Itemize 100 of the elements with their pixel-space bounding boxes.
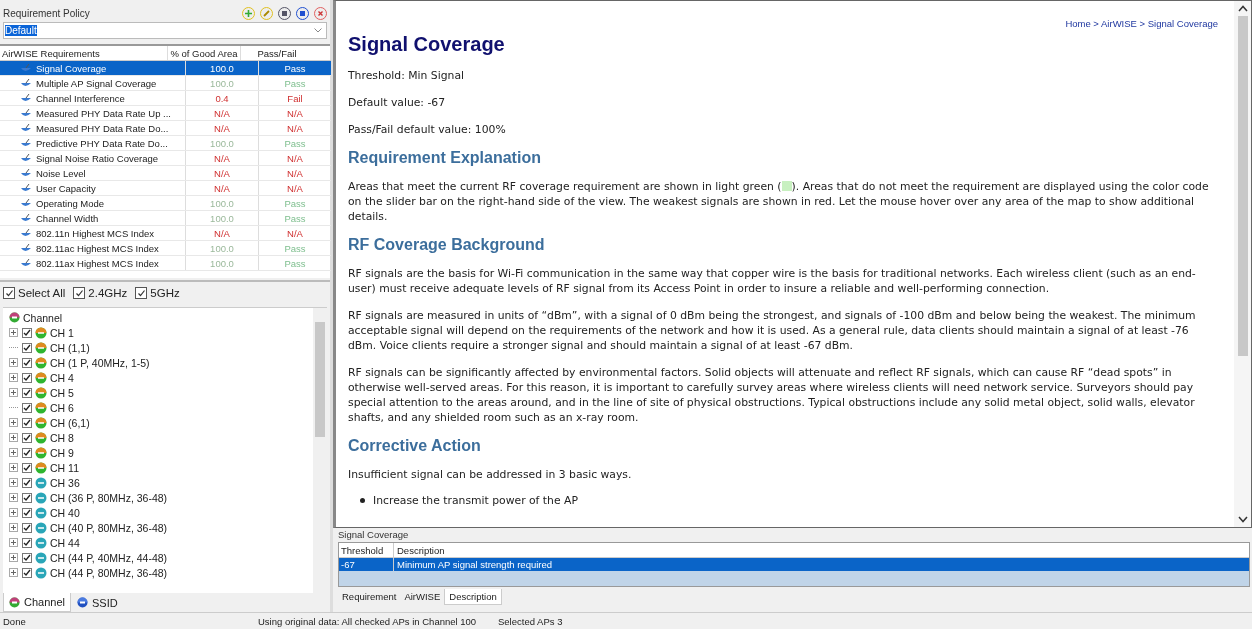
pencil-icon[interactable]: [260, 6, 273, 20]
chevron-up-icon[interactable]: [1237, 5, 1248, 12]
tree-item[interactable]: Channel: [23, 311, 63, 324]
tab[interactable]: AirWISE: [400, 589, 445, 605]
expand-icon[interactable]: [9, 538, 18, 547]
checkbox[interactable]: [22, 477, 32, 488]
disk-icon[interactable]: [296, 6, 309, 20]
checkbox[interactable]: [73, 287, 86, 299]
requirement-row[interactable]: Signal Noise Ratio Coverage N/A N/A: [0, 151, 331, 166]
expand-icon[interactable]: [9, 493, 18, 502]
checkbox[interactable]: [22, 417, 32, 428]
requirement-row[interactable]: 802.11ax Highest MCS Index 100.0 Pass: [0, 256, 331, 271]
expand-icon[interactable]: [9, 448, 18, 457]
scrollbar[interactable]: [1234, 1, 1251, 527]
tree-item[interactable]: CH 36: [50, 476, 80, 489]
checkbox[interactable]: [3, 287, 15, 299]
checkbox[interactable]: [22, 507, 32, 518]
tab[interactable]: Requirement: [338, 589, 401, 605]
tree-item[interactable]: CH 11: [50, 461, 79, 474]
breadcrumb[interactable]: Home > AirWISE > Signal Coverage: [348, 18, 1218, 29]
expand-icon[interactable]: [9, 523, 18, 532]
tab[interactable]: Channel: [3, 593, 71, 612]
tree-item[interactable]: CH (36 P, 80MHz, 36-48): [50, 491, 168, 504]
expand-icon[interactable]: [9, 358, 18, 367]
expand-icon[interactable]: [9, 568, 18, 577]
requirement-row[interactable]: Channel Width 100.0 Pass: [0, 211, 331, 226]
requirement-row[interactable]: Operating Mode 100.0 Pass: [0, 196, 331, 211]
satellite-dish-icon: [20, 63, 32, 73]
column-header[interactable]: Pass/Fail: [240, 46, 313, 60]
scrollbar[interactable]: [313, 308, 327, 593]
close-icon[interactable]: [314, 6, 327, 20]
checkbox[interactable]: [22, 462, 32, 473]
requirement-row[interactable]: Measured PHY Data Rate Up ... N/A N/A: [0, 106, 331, 121]
tree-row[interactable]: CH (1,1): [3, 340, 313, 355]
tree-item[interactable]: CH (1,1): [50, 341, 90, 354]
checkbox[interactable]: [22, 387, 32, 398]
tree-item[interactable]: CH 6: [50, 401, 74, 414]
expand-icon[interactable]: [9, 388, 18, 397]
column-header[interactable]: AirWISE Requirements: [0, 46, 167, 60]
tree-item[interactable]: CH 1: [50, 326, 74, 339]
checkbox[interactable]: [22, 342, 32, 353]
checkbox[interactable]: [22, 357, 32, 368]
requirement-row[interactable]: User Capacity N/A N/A: [0, 181, 331, 196]
checkbox[interactable]: [22, 327, 32, 338]
tree-item[interactable]: CH (6,1): [50, 416, 90, 429]
plus-icon[interactable]: [242, 6, 255, 20]
tree-item[interactable]: CH (44 P, 40MHz, 44-48): [50, 551, 168, 564]
expand-icon[interactable]: [9, 328, 18, 337]
requirement-row[interactable]: Measured PHY Data Rate Do... N/A N/A: [0, 121, 331, 136]
disk-icon[interactable]: [278, 6, 291, 20]
tab[interactable]: Description: [444, 589, 502, 605]
tree-item[interactable]: CH (1 P, 40MHz, 1-5): [50, 356, 150, 369]
checkbox[interactable]: [22, 522, 32, 533]
table-cell: N/A: [258, 106, 331, 120]
expand-icon[interactable]: [9, 373, 18, 382]
checkbox[interactable]: [22, 552, 32, 563]
requirement-row[interactable]: Predictive PHY Data Rate Do... 100.0 Pass: [0, 136, 331, 151]
table-cell: N/A: [185, 151, 258, 165]
tree-item[interactable]: CH (44 P, 80MHz, 36-48): [50, 566, 168, 579]
policy-dropdown[interactable]: Default: [3, 22, 327, 39]
tree-item[interactable]: CH 40: [50, 506, 80, 519]
expand-icon[interactable]: [9, 418, 18, 427]
expand-icon[interactable]: [9, 508, 18, 517]
expand-icon[interactable]: [9, 478, 18, 487]
paragraph: Areas that meet the current RF coverage requirement are shown in light green ( ). Areas that do not meet the requirement are displayed using the color code on the slider bar on the right-hand side of the view. The weakest signals are shown in red. Let the mouse hover over any area of the map to show additional details.: [348, 179, 1210, 224]
checkbox[interactable]: [22, 567, 32, 578]
bullet-icon: [360, 498, 365, 503]
table-cell: User Capacity: [36, 182, 96, 194]
tree-item[interactable]: CH 8: [50, 431, 74, 444]
checkbox[interactable]: [22, 447, 32, 458]
checkbox[interactable]: [22, 432, 32, 443]
threshold-row[interactable]: -67 Minimum AP signal strength required: [339, 558, 1249, 571]
column-header[interactable]: Description: [394, 543, 445, 557]
checkbox[interactable]: [22, 372, 32, 383]
tree-item[interactable]: CH 44: [50, 536, 80, 549]
tree-item[interactable]: CH 9: [50, 446, 74, 459]
tree-row[interactable]: CH 6: [3, 400, 313, 415]
requirement-row[interactable]: 802.11ac Highest MCS Index 100.0 Pass: [0, 241, 331, 256]
checkbox[interactable]: [135, 287, 148, 299]
expand-icon[interactable]: [9, 433, 18, 442]
column-header[interactable]: Threshold: [339, 543, 394, 557]
requirement-row[interactable]: Signal Coverage 100.0 Pass: [0, 61, 331, 76]
requirement-row[interactable]: Multiple AP Signal Coverage 100.0 Pass: [0, 76, 331, 91]
requirement-row[interactable]: 802.11n Highest MCS Index N/A N/A: [0, 226, 331, 241]
satellite-dish-icon: [20, 78, 32, 88]
expand-icon[interactable]: [9, 553, 18, 562]
checkbox[interactable]: [22, 492, 32, 503]
tree-item[interactable]: CH 5: [50, 386, 74, 399]
requirement-row[interactable]: Channel Interference 0.4 Fail: [0, 91, 331, 106]
chevron-down-icon[interactable]: [1237, 516, 1248, 523]
checkbox[interactable]: [22, 537, 32, 548]
tree-item[interactable]: CH 4: [50, 371, 74, 384]
tree-item[interactable]: CH (40 P, 80MHz, 36-48): [50, 521, 168, 534]
satellite-dish-icon: [20, 198, 32, 208]
requirement-row[interactable]: Noise Level N/A N/A: [0, 166, 331, 181]
checkbox[interactable]: [22, 402, 32, 413]
table-cell: Operating Mode: [36, 197, 105, 209]
tab[interactable]: SSID: [71, 593, 124, 612]
column-header[interactable]: % of Good Area: [167, 46, 240, 60]
expand-icon[interactable]: [9, 463, 18, 472]
